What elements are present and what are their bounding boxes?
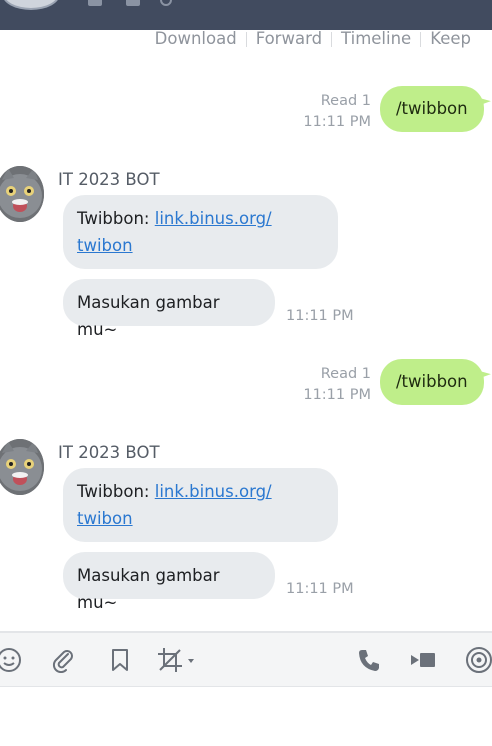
message-text: /twibbon: [396, 372, 468, 391]
message-text: Twibbon:: [77, 209, 155, 228]
read-receipt: Read 1: [320, 366, 371, 382]
bookmark-icon: [112, 649, 128, 671]
download-button[interactable]: Download: [146, 29, 246, 49]
chat-header: [0, 0, 492, 30]
message-text: /twibbon: [396, 99, 468, 118]
message-time: 11:11 PM: [303, 387, 371, 403]
keep-button[interactable]: Keep: [421, 29, 480, 49]
message-time: 11:11 PM: [303, 114, 371, 130]
capture-button[interactable]: [156, 645, 200, 675]
video-icon: [411, 653, 435, 667]
twibbon-link[interactable]: link.binus.org/: [155, 482, 272, 501]
cat-avatar-icon: [0, 166, 44, 222]
message-meta: Read 1 11:11 PM: [303, 364, 371, 406]
live-button[interactable]: [464, 645, 492, 675]
sender-name: IT 2023 BOT: [58, 443, 160, 462]
twibbon-link[interactable]: link.binus.org/: [155, 209, 272, 228]
twibbon-link-continued[interactable]: twibon: [77, 236, 133, 255]
twibbon-link-continued[interactable]: twibon: [77, 509, 133, 528]
input-toolbar: [0, 631, 492, 687]
message-actions: Download Forward Timeline Keep: [146, 29, 480, 49]
bot-avatar[interactable]: [0, 439, 44, 495]
outgoing-message[interactable]: /twibbon: [380, 86, 484, 132]
timeline-button[interactable]: Timeline: [332, 29, 420, 49]
message-time: 11:11 PM: [286, 308, 354, 324]
emoji-icon: [0, 648, 21, 672]
search-icon[interactable]: [160, 0, 172, 6]
attachment-icon: [52, 650, 73, 673]
chat-avatar[interactable]: [2, 0, 60, 10]
incoming-message[interactable]: Twibbon: link.binus.org/ twibon: [63, 468, 338, 542]
outgoing-message[interactable]: /twibbon: [380, 359, 484, 405]
crop-icon: [158, 648, 194, 672]
incoming-message[interactable]: Masukan gambar mu~: [63, 279, 275, 339]
emoji-button[interactable]: [0, 645, 24, 675]
attach-button[interactable]: [48, 645, 78, 675]
incoming-message[interactable]: Twibbon: link.binus.org/ twibon: [63, 195, 338, 269]
sender-name: IT 2023 BOT: [58, 170, 160, 189]
video-call-button[interactable]: [408, 645, 438, 675]
message-text: Masukan gambar mu~: [77, 566, 220, 612]
message-meta: Read 1 11:11 PM: [303, 91, 371, 133]
call-icon: [359, 650, 379, 671]
cat-avatar-icon: [0, 439, 44, 495]
keep-bookmark-button[interactable]: [105, 645, 135, 675]
live-icon: [466, 647, 492, 673]
bot-avatar[interactable]: [0, 166, 44, 222]
menu-icon[interactable]: [88, 0, 102, 6]
read-receipt: Read 1: [320, 93, 371, 109]
message-time: 11:11 PM: [286, 581, 354, 597]
message-text: Twibbon:: [77, 482, 155, 501]
voice-call-button[interactable]: [354, 645, 384, 675]
forward-button[interactable]: Forward: [247, 29, 331, 49]
incoming-message[interactable]: Masukan gambar mu~: [63, 552, 275, 612]
note-icon[interactable]: [126, 0, 140, 6]
message-text: Masukan gambar mu~: [77, 293, 220, 339]
